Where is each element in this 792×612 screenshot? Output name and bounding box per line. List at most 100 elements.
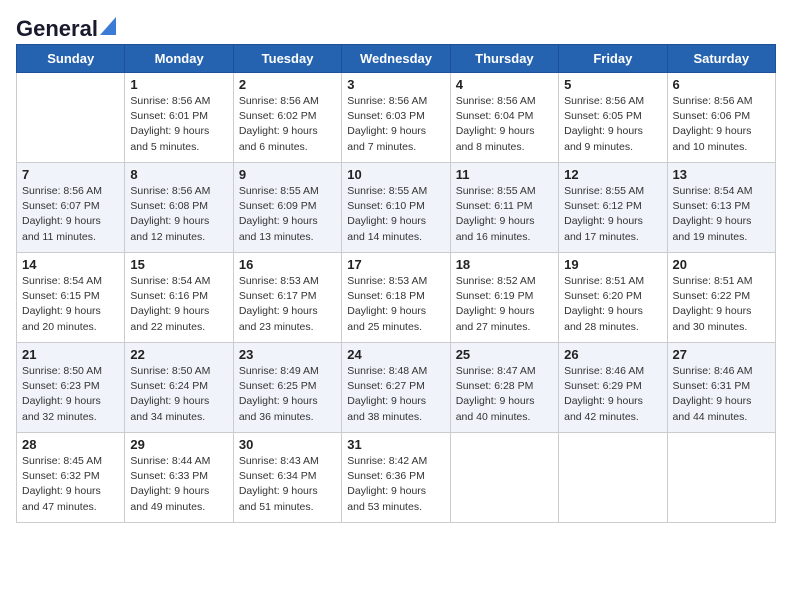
day-header-saturday: Saturday [667, 45, 775, 73]
day-detail: Sunrise: 8:50 AMSunset: 6:23 PMDaylight:… [22, 364, 119, 425]
calendar-cell: 7 Sunrise: 8:56 AMSunset: 6:07 PMDayligh… [17, 163, 125, 253]
page-header: General [16, 16, 776, 36]
calendar-cell: 25 Sunrise: 8:47 AMSunset: 6:28 PMDaylig… [450, 343, 558, 433]
day-detail: Sunrise: 8:46 AMSunset: 6:31 PMDaylight:… [673, 364, 770, 425]
day-number: 21 [22, 347, 119, 362]
calendar-cell: 8 Sunrise: 8:56 AMSunset: 6:08 PMDayligh… [125, 163, 233, 253]
day-number: 2 [239, 77, 336, 92]
calendar-cell: 14 Sunrise: 8:54 AMSunset: 6:15 PMDaylig… [17, 253, 125, 343]
calendar-cell: 11 Sunrise: 8:55 AMSunset: 6:11 PMDaylig… [450, 163, 558, 253]
day-number: 29 [130, 437, 227, 452]
calendar-cell: 19 Sunrise: 8:51 AMSunset: 6:20 PMDaylig… [559, 253, 667, 343]
day-detail: Sunrise: 8:46 AMSunset: 6:29 PMDaylight:… [564, 364, 661, 425]
day-detail: Sunrise: 8:56 AMSunset: 6:02 PMDaylight:… [239, 94, 336, 155]
calendar-cell: 22 Sunrise: 8:50 AMSunset: 6:24 PMDaylig… [125, 343, 233, 433]
day-detail: Sunrise: 8:47 AMSunset: 6:28 PMDaylight:… [456, 364, 553, 425]
calendar-cell: 23 Sunrise: 8:49 AMSunset: 6:25 PMDaylig… [233, 343, 341, 433]
day-number: 22 [130, 347, 227, 362]
day-number: 15 [130, 257, 227, 272]
calendar-cell: 28 Sunrise: 8:45 AMSunset: 6:32 PMDaylig… [17, 433, 125, 523]
day-number: 10 [347, 167, 444, 182]
calendar-cell: 15 Sunrise: 8:54 AMSunset: 6:16 PMDaylig… [125, 253, 233, 343]
day-number: 19 [564, 257, 661, 272]
day-header-thursday: Thursday [450, 45, 558, 73]
day-detail: Sunrise: 8:42 AMSunset: 6:36 PMDaylight:… [347, 454, 444, 515]
calendar-week-row: 14 Sunrise: 8:54 AMSunset: 6:15 PMDaylig… [17, 253, 776, 343]
day-detail: Sunrise: 8:54 AMSunset: 6:15 PMDaylight:… [22, 274, 119, 335]
day-detail: Sunrise: 8:45 AMSunset: 6:32 PMDaylight:… [22, 454, 119, 515]
calendar-cell: 4 Sunrise: 8:56 AMSunset: 6:04 PMDayligh… [450, 73, 558, 163]
day-detail: Sunrise: 8:56 AMSunset: 6:01 PMDaylight:… [130, 94, 227, 155]
calendar-cell: 17 Sunrise: 8:53 AMSunset: 6:18 PMDaylig… [342, 253, 450, 343]
day-detail: Sunrise: 8:53 AMSunset: 6:18 PMDaylight:… [347, 274, 444, 335]
day-number: 16 [239, 257, 336, 272]
day-number: 20 [673, 257, 770, 272]
day-detail: Sunrise: 8:55 AMSunset: 6:09 PMDaylight:… [239, 184, 336, 245]
day-header-sunday: Sunday [17, 45, 125, 73]
calendar-cell: 20 Sunrise: 8:51 AMSunset: 6:22 PMDaylig… [667, 253, 775, 343]
calendar-cell [17, 73, 125, 163]
day-number: 31 [347, 437, 444, 452]
day-header-tuesday: Tuesday [233, 45, 341, 73]
calendar-cell: 2 Sunrise: 8:56 AMSunset: 6:02 PMDayligh… [233, 73, 341, 163]
day-number: 26 [564, 347, 661, 362]
calendar-cell: 24 Sunrise: 8:48 AMSunset: 6:27 PMDaylig… [342, 343, 450, 433]
calendar-cell: 5 Sunrise: 8:56 AMSunset: 6:05 PMDayligh… [559, 73, 667, 163]
day-number: 9 [239, 167, 336, 182]
calendar-cell: 3 Sunrise: 8:56 AMSunset: 6:03 PMDayligh… [342, 73, 450, 163]
day-number: 7 [22, 167, 119, 182]
logo-general: General [16, 16, 98, 42]
day-detail: Sunrise: 8:48 AMSunset: 6:27 PMDaylight:… [347, 364, 444, 425]
calendar-week-row: 28 Sunrise: 8:45 AMSunset: 6:32 PMDaylig… [17, 433, 776, 523]
day-number: 18 [456, 257, 553, 272]
calendar-cell: 6 Sunrise: 8:56 AMSunset: 6:06 PMDayligh… [667, 73, 775, 163]
calendar-cell: 30 Sunrise: 8:43 AMSunset: 6:34 PMDaylig… [233, 433, 341, 523]
day-detail: Sunrise: 8:55 AMSunset: 6:11 PMDaylight:… [456, 184, 553, 245]
day-header-wednesday: Wednesday [342, 45, 450, 73]
day-number: 11 [456, 167, 553, 182]
calendar-cell: 13 Sunrise: 8:54 AMSunset: 6:13 PMDaylig… [667, 163, 775, 253]
day-detail: Sunrise: 8:55 AMSunset: 6:10 PMDaylight:… [347, 184, 444, 245]
day-number: 17 [347, 257, 444, 272]
calendar-cell: 16 Sunrise: 8:53 AMSunset: 6:17 PMDaylig… [233, 253, 341, 343]
day-number: 14 [22, 257, 119, 272]
day-detail: Sunrise: 8:44 AMSunset: 6:33 PMDaylight:… [130, 454, 227, 515]
day-number: 25 [456, 347, 553, 362]
day-number: 4 [456, 77, 553, 92]
day-detail: Sunrise: 8:50 AMSunset: 6:24 PMDaylight:… [130, 364, 227, 425]
day-number: 5 [564, 77, 661, 92]
day-header-monday: Monday [125, 45, 233, 73]
day-number: 24 [347, 347, 444, 362]
day-detail: Sunrise: 8:55 AMSunset: 6:12 PMDaylight:… [564, 184, 661, 245]
day-detail: Sunrise: 8:56 AMSunset: 6:08 PMDaylight:… [130, 184, 227, 245]
day-detail: Sunrise: 8:51 AMSunset: 6:20 PMDaylight:… [564, 274, 661, 335]
day-detail: Sunrise: 8:53 AMSunset: 6:17 PMDaylight:… [239, 274, 336, 335]
calendar-cell: 9 Sunrise: 8:55 AMSunset: 6:09 PMDayligh… [233, 163, 341, 253]
calendar-table: SundayMondayTuesdayWednesdayThursdayFrid… [16, 44, 776, 523]
day-number: 13 [673, 167, 770, 182]
day-number: 1 [130, 77, 227, 92]
calendar-cell: 18 Sunrise: 8:52 AMSunset: 6:19 PMDaylig… [450, 253, 558, 343]
day-detail: Sunrise: 8:56 AMSunset: 6:03 PMDaylight:… [347, 94, 444, 155]
calendar-cell [559, 433, 667, 523]
calendar-week-row: 21 Sunrise: 8:50 AMSunset: 6:23 PMDaylig… [17, 343, 776, 433]
day-number: 6 [673, 77, 770, 92]
calendar-header-row: SundayMondayTuesdayWednesdayThursdayFrid… [17, 45, 776, 73]
calendar-cell: 27 Sunrise: 8:46 AMSunset: 6:31 PMDaylig… [667, 343, 775, 433]
calendar-cell: 10 Sunrise: 8:55 AMSunset: 6:10 PMDaylig… [342, 163, 450, 253]
day-detail: Sunrise: 8:56 AMSunset: 6:06 PMDaylight:… [673, 94, 770, 155]
logo: General [16, 16, 116, 36]
day-number: 3 [347, 77, 444, 92]
day-detail: Sunrise: 8:56 AMSunset: 6:05 PMDaylight:… [564, 94, 661, 155]
calendar-cell [667, 433, 775, 523]
day-detail: Sunrise: 8:56 AMSunset: 6:07 PMDaylight:… [22, 184, 119, 245]
day-detail: Sunrise: 8:54 AMSunset: 6:16 PMDaylight:… [130, 274, 227, 335]
calendar-week-row: 7 Sunrise: 8:56 AMSunset: 6:07 PMDayligh… [17, 163, 776, 253]
day-detail: Sunrise: 8:52 AMSunset: 6:19 PMDaylight:… [456, 274, 553, 335]
logo-triangle-icon [100, 17, 116, 35]
day-detail: Sunrise: 8:51 AMSunset: 6:22 PMDaylight:… [673, 274, 770, 335]
day-number: 28 [22, 437, 119, 452]
day-number: 27 [673, 347, 770, 362]
calendar-cell: 26 Sunrise: 8:46 AMSunset: 6:29 PMDaylig… [559, 343, 667, 433]
day-detail: Sunrise: 8:56 AMSunset: 6:04 PMDaylight:… [456, 94, 553, 155]
